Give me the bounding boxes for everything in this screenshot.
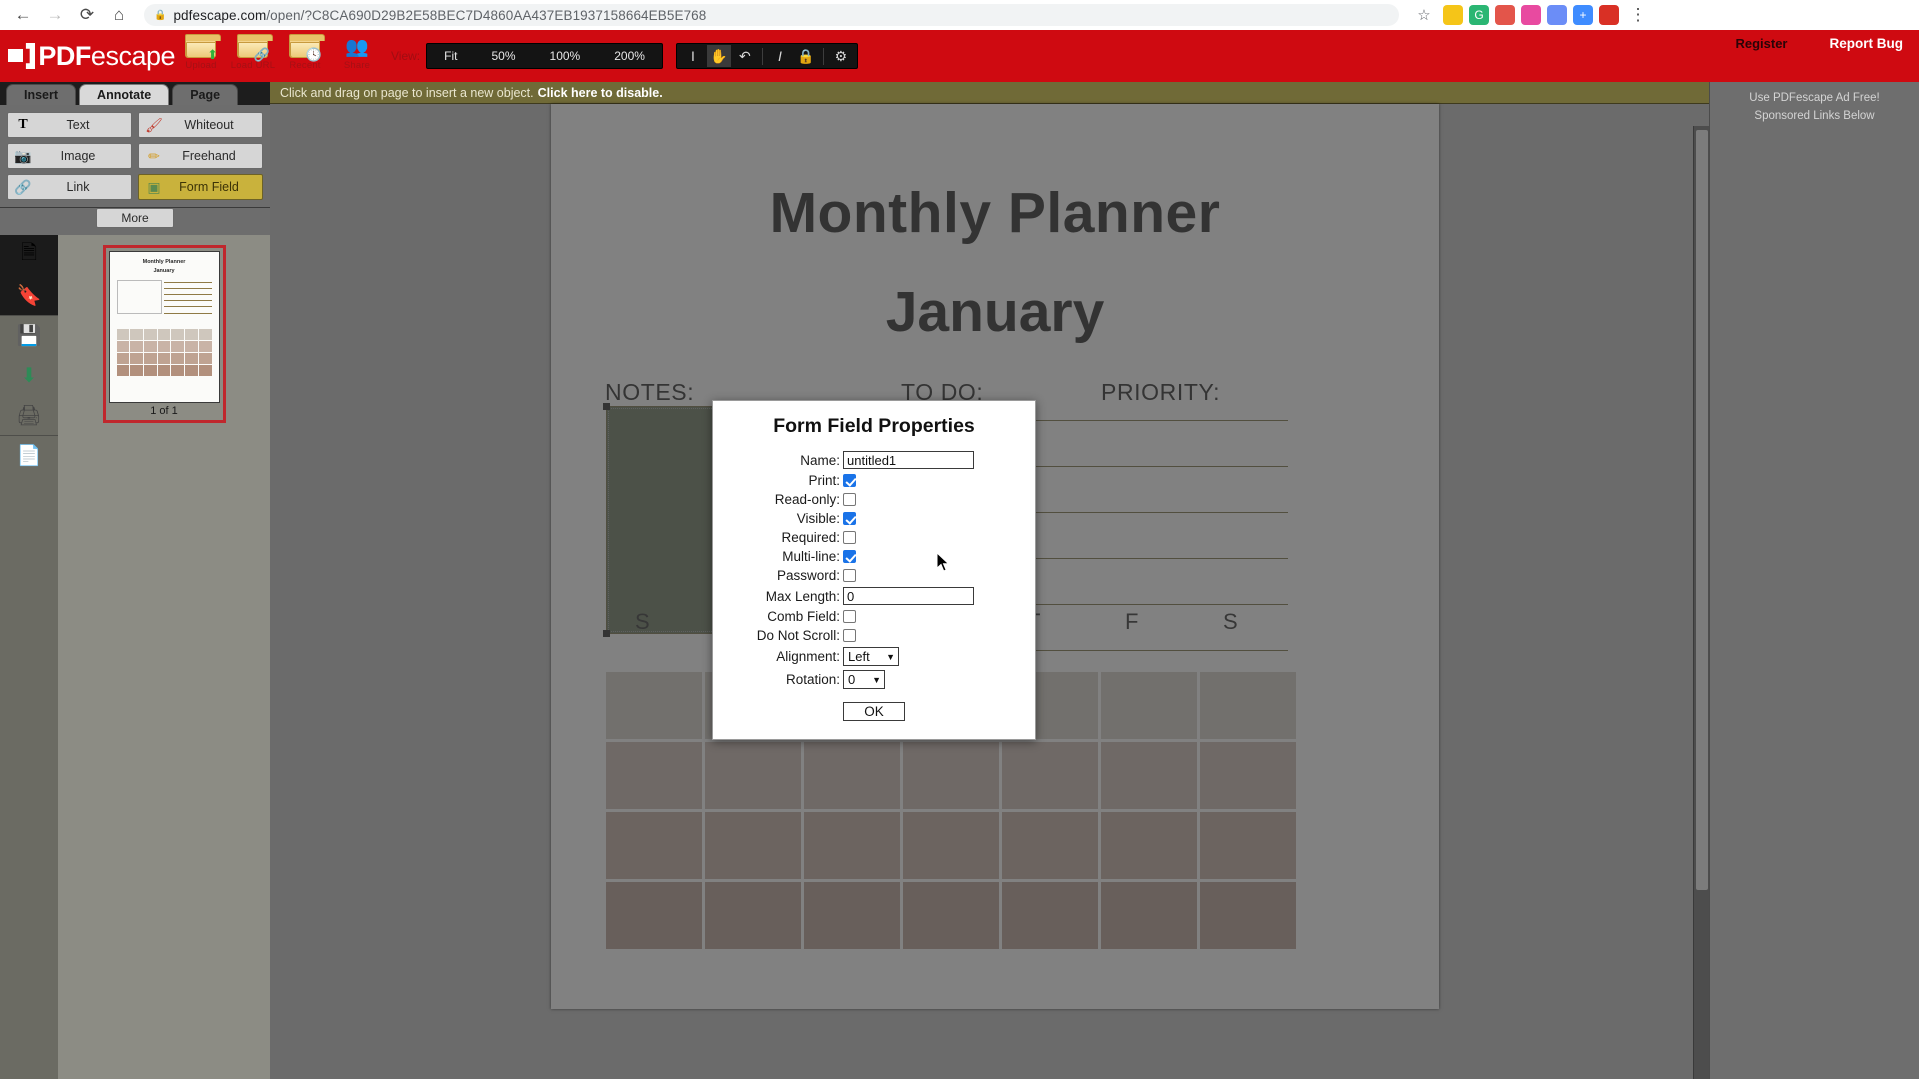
read-only-checkbox[interactable]	[843, 493, 856, 506]
form-field-properties-dialog: Form Field Properties Name: Print: Read-…	[712, 400, 1036, 740]
name-label: Name:	[800, 452, 840, 468]
max-length-label: Max Length:	[765, 588, 840, 604]
row-required: Required:	[713, 530, 1035, 545]
row-print: Print:	[713, 473, 1035, 488]
do-not-scroll-label: Do Not Scroll:	[756, 628, 840, 643]
row-alignment: Alignment: Left ▼	[713, 647, 1035, 666]
row-do-not-scroll: Do Not Scroll:	[713, 628, 1035, 643]
row-comb-field: Comb Field:	[713, 609, 1035, 624]
chevron-down-icon: ▼	[886, 651, 895, 662]
print-label: Print:	[808, 473, 840, 488]
print-checkbox[interactable]	[843, 474, 856, 487]
dialog-title: Form Field Properties	[773, 415, 975, 437]
read-only-label: Read-only:	[774, 492, 840, 507]
row-visible: Visible:	[713, 511, 1035, 526]
modal-overlay: Form Field Properties Name: Print: Read-…	[0, 0, 1919, 1079]
required-checkbox[interactable]	[843, 531, 856, 544]
row-name: Name:	[713, 451, 1035, 469]
do-not-scroll-checkbox[interactable]	[843, 629, 856, 642]
rotation-select[interactable]: 0 ▼	[843, 670, 885, 689]
alignment-label: Alignment:	[776, 649, 840, 664]
rotation-value: 0	[848, 672, 856, 687]
row-read-only: Read-only:	[713, 492, 1035, 507]
visible-label: Visible:	[796, 511, 840, 526]
ok-button[interactable]: OK	[843, 702, 905, 721]
alignment-select[interactable]: Left ▼	[843, 647, 899, 666]
row-max-length: Max Length:	[713, 587, 1035, 605]
multi-line-checkbox[interactable]	[843, 550, 856, 563]
row-rotation: Rotation: 0 ▼	[713, 670, 1035, 689]
rotation-label: Rotation:	[785, 672, 840, 687]
max-length-input[interactable]	[843, 587, 974, 605]
alignment-value: Left	[848, 649, 870, 664]
password-label: Password:	[776, 568, 840, 583]
name-input[interactable]	[843, 451, 974, 469]
row-password: Password:	[713, 568, 1035, 583]
chevron-down-icon: ▼	[872, 674, 881, 685]
row-multi-line: Multi-line:	[713, 549, 1035, 564]
password-checkbox[interactable]	[843, 569, 856, 582]
multi-line-label: Multi-line:	[782, 549, 840, 564]
visible-checkbox[interactable]	[843, 512, 856, 525]
required-label: Required:	[781, 530, 840, 545]
comb-field-label: Comb Field:	[767, 609, 840, 624]
comb-field-checkbox[interactable]	[843, 610, 856, 623]
